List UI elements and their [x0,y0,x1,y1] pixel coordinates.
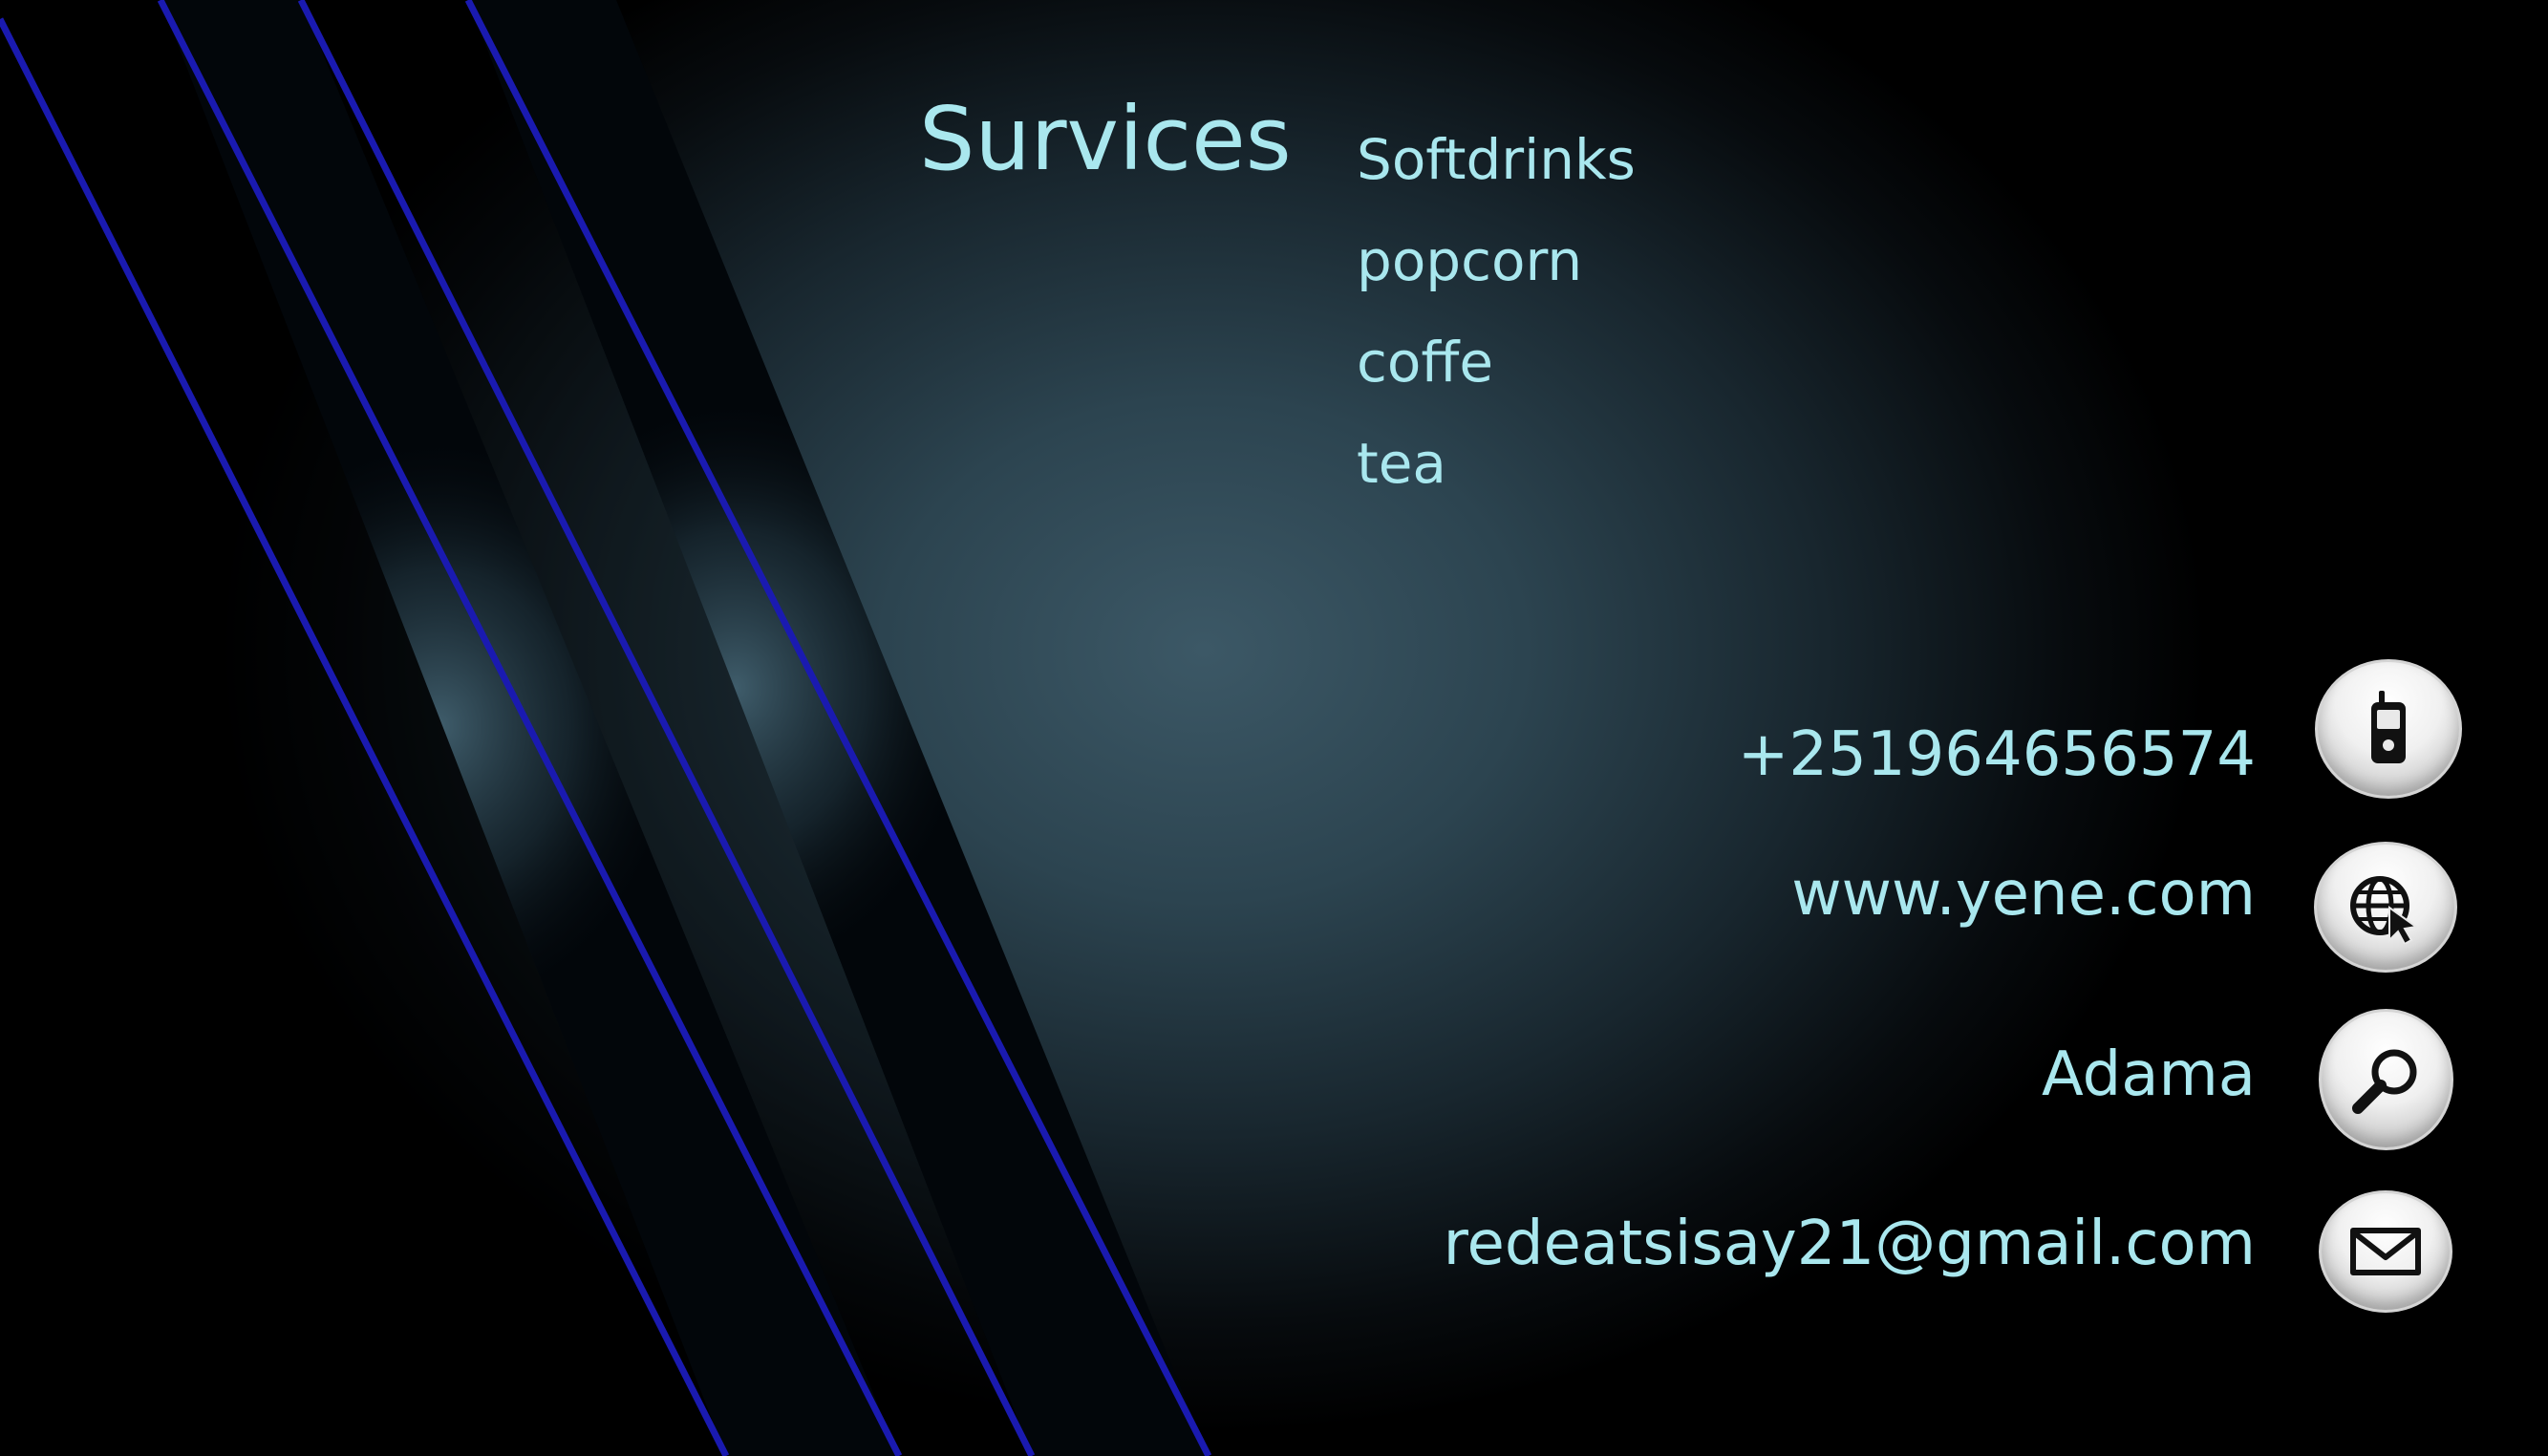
business-card: Survices Softdrinks popcorn coffe tea +2… [0,0,2548,1456]
service-item: popcorn [1357,228,1583,293]
service-item: tea [1357,431,1446,496]
website-link[interactable]: www.yene.com [1109,864,2256,925]
website-button[interactable] [2314,842,2457,973]
globe-icon [2350,875,2419,944]
magnifier-icon [2351,1049,2416,1114]
services-heading: Survices [919,88,1292,190]
email-address[interactable]: redeatsisay21@gmail.com [1109,1213,2256,1274]
service-item: coffe [1357,330,1494,395]
services-list: Softdrinks popcorn coffe tea [1357,132,1636,537]
location-text: Adama [2041,1039,2256,1110]
phone-button[interactable] [2315,659,2462,799]
service-item: Softdrinks [1357,127,1636,192]
location-button[interactable] [2319,1009,2453,1150]
phone-number[interactable]: +251964656574 [1109,724,2256,785]
email-button[interactable] [2319,1190,2452,1313]
envelope-icon [2350,1228,2421,1275]
phone-icon [2371,691,2406,763]
